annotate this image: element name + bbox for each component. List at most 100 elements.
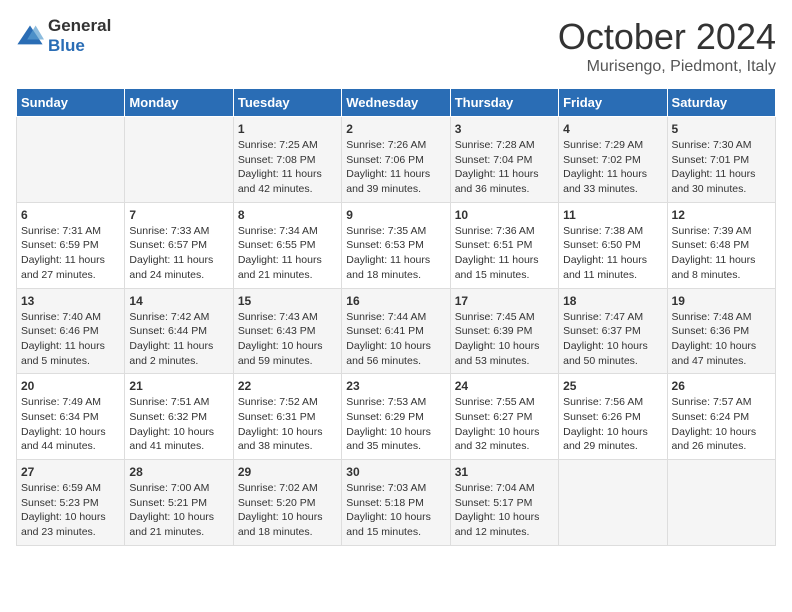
calendar-header: SundayMondayTuesdayWednesdayThursdayFrid… — [17, 89, 776, 117]
day-content: Sunrise: 7:56 AM Sunset: 6:26 PM Dayligh… — [563, 395, 662, 454]
calendar-cell — [17, 117, 125, 203]
header-cell-monday: Monday — [125, 89, 233, 117]
header-cell-tuesday: Tuesday — [233, 89, 341, 117]
calendar-cell: 18 Sunrise: 7:47 AM Sunset: 6:37 PM Dayli… — [559, 288, 667, 374]
calendar-cell: 27 Sunrise: 6:59 AM Sunset: 5:23 PM Dayli… — [17, 460, 125, 546]
day-number: 27 — [21, 465, 120, 479]
day-content: Sunrise: 7:53 AM Sunset: 6:29 PM Dayligh… — [346, 395, 445, 454]
day-content: Sunrise: 7:00 AM Sunset: 5:21 PM Dayligh… — [129, 481, 228, 540]
calendar-cell: 2 Sunrise: 7:26 AM Sunset: 7:06 PM Daylig… — [342, 117, 450, 203]
calendar-cell: 31Sunrise: 7:04 AM Sunset: 5:17 PM Dayli… — [450, 460, 558, 546]
header-row: SundayMondayTuesdayWednesdayThursdayFrid… — [17, 89, 776, 117]
month-title: October 2024 — [558, 16, 776, 58]
day-content: Sunrise: 7:48 AM Sunset: 6:36 PM Dayligh… — [672, 310, 771, 369]
calendar-table: SundayMondayTuesdayWednesdayThursdayFrid… — [16, 88, 776, 546]
header-cell-thursday: Thursday — [450, 89, 558, 117]
day-content: Sunrise: 7:29 AM Sunset: 7:02 PM Dayligh… — [563, 138, 662, 197]
calendar-cell — [667, 460, 775, 546]
calendar-cell: 7 Sunrise: 7:33 AM Sunset: 6:57 PM Daylig… — [125, 202, 233, 288]
day-number: 28 — [129, 465, 228, 479]
day-number: 19 — [672, 294, 771, 308]
day-content: Sunrise: 7:36 AM Sunset: 6:51 PM Dayligh… — [455, 224, 554, 283]
day-number: 6 — [21, 208, 120, 222]
day-content: Sunrise: 7:31 AM Sunset: 6:59 PM Dayligh… — [21, 224, 120, 283]
day-number: 7 — [129, 208, 228, 222]
calendar-cell: 28 Sunrise: 7:00 AM Sunset: 5:21 PM Dayli… — [125, 460, 233, 546]
calendar-cell: 6 Sunrise: 7:31 AM Sunset: 6:59 PM Daylig… — [17, 202, 125, 288]
day-content: Sunrise: 7:40 AM Sunset: 6:46 PM Dayligh… — [21, 310, 120, 369]
header-cell-saturday: Saturday — [667, 89, 775, 117]
day-number: 3 — [455, 122, 554, 136]
day-number: 5 — [672, 122, 771, 136]
day-content: Sunrise: 7:25 AM Sunset: 7:08 PM Dayligh… — [238, 138, 337, 197]
calendar-cell: 5 Sunrise: 7:30 AM Sunset: 7:01 PM Daylig… — [667, 117, 775, 203]
calendar-cell: 30 Sunrise: 7:03 AM Sunset: 5:18 PM Dayli… — [342, 460, 450, 546]
day-content: Sunrise: 7:28 AM Sunset: 7:04 PM Dayligh… — [455, 138, 554, 197]
day-number: 9 — [346, 208, 445, 222]
calendar-cell: 29 Sunrise: 7:02 AM Sunset: 5:20 PM Dayli… — [233, 460, 341, 546]
calendar-cell: 24Sunrise: 7:55 AM Sunset: 6:27 PM Dayli… — [450, 374, 558, 460]
calendar-cell — [559, 460, 667, 546]
day-content: Sunrise: 7:55 AM Sunset: 6:27 PM Dayligh… — [455, 395, 554, 454]
day-number: 12 — [672, 208, 771, 222]
day-number: 22 — [238, 379, 337, 393]
page-header: General Blue October 2024 Murisengo, Pie… — [16, 16, 776, 76]
day-number: 8 — [238, 208, 337, 222]
calendar-cell: 4 Sunrise: 7:29 AM Sunset: 7:02 PM Daylig… — [559, 117, 667, 203]
day-content: Sunrise: 7:30 AM Sunset: 7:01 PM Dayligh… — [672, 138, 771, 197]
day-number: 21 — [129, 379, 228, 393]
header-cell-sunday: Sunday — [17, 89, 125, 117]
calendar-cell: 9 Sunrise: 7:35 AM Sunset: 6:53 PM Daylig… — [342, 202, 450, 288]
calendar-cell: 15Sunrise: 7:43 AM Sunset: 6:43 PM Dayli… — [233, 288, 341, 374]
day-number: 1 — [238, 122, 337, 136]
calendar-cell: 16 Sunrise: 7:44 AM Sunset: 6:41 PM Dayli… — [342, 288, 450, 374]
day-number: 29 — [238, 465, 337, 479]
day-number: 31 — [455, 465, 554, 479]
day-number: 4 — [563, 122, 662, 136]
day-content: Sunrise: 7:03 AM Sunset: 5:18 PM Dayligh… — [346, 481, 445, 540]
week-row-1: 1 Sunrise: 7:25 AM Sunset: 7:08 PM Daylig… — [17, 117, 776, 203]
day-content: Sunrise: 7:47 AM Sunset: 6:37 PM Dayligh… — [563, 310, 662, 369]
calendar-cell: 22Sunrise: 7:52 AM Sunset: 6:31 PM Dayli… — [233, 374, 341, 460]
calendar-cell: 25 Sunrise: 7:56 AM Sunset: 6:26 PM Dayli… — [559, 374, 667, 460]
calendar-cell: 23Sunrise: 7:53 AM Sunset: 6:29 PM Dayli… — [342, 374, 450, 460]
calendar-cell: 3 Sunrise: 7:28 AM Sunset: 7:04 PM Daylig… — [450, 117, 558, 203]
day-content: Sunrise: 7:43 AM Sunset: 6:43 PM Dayligh… — [238, 310, 337, 369]
day-content: Sunrise: 7:33 AM Sunset: 6:57 PM Dayligh… — [129, 224, 228, 283]
day-content: Sunrise: 7:35 AM Sunset: 6:53 PM Dayligh… — [346, 224, 445, 283]
day-content: Sunrise: 7:45 AM Sunset: 6:39 PM Dayligh… — [455, 310, 554, 369]
calendar-cell: 14Sunrise: 7:42 AM Sunset: 6:44 PM Dayli… — [125, 288, 233, 374]
calendar-cell: 20 Sunrise: 7:49 AM Sunset: 6:34 PM Dayli… — [17, 374, 125, 460]
day-content: Sunrise: 7:44 AM Sunset: 6:41 PM Dayligh… — [346, 310, 445, 369]
day-number: 16 — [346, 294, 445, 308]
day-content: Sunrise: 7:26 AM Sunset: 7:06 PM Dayligh… — [346, 138, 445, 197]
day-number: 11 — [563, 208, 662, 222]
day-content: Sunrise: 7:02 AM Sunset: 5:20 PM Dayligh… — [238, 481, 337, 540]
calendar-body: 1 Sunrise: 7:25 AM Sunset: 7:08 PM Daylig… — [17, 117, 776, 546]
day-number: 20 — [21, 379, 120, 393]
week-row-4: 20 Sunrise: 7:49 AM Sunset: 6:34 PM Dayli… — [17, 374, 776, 460]
title-block: October 2024 Murisengo, Piedmont, Italy — [558, 16, 776, 76]
week-row-3: 13 Sunrise: 7:40 AM Sunset: 6:46 PM Dayli… — [17, 288, 776, 374]
logo-icon — [16, 22, 44, 50]
logo: General Blue — [16, 16, 111, 56]
calendar-cell — [125, 117, 233, 203]
day-content: Sunrise: 7:57 AM Sunset: 6:24 PM Dayligh… — [672, 395, 771, 454]
calendar-cell: 10Sunrise: 7:36 AM Sunset: 6:51 PM Dayli… — [450, 202, 558, 288]
day-number: 25 — [563, 379, 662, 393]
day-content: Sunrise: 6:59 AM Sunset: 5:23 PM Dayligh… — [21, 481, 120, 540]
day-content: Sunrise: 7:39 AM Sunset: 6:48 PM Dayligh… — [672, 224, 771, 283]
calendar-cell: 26Sunrise: 7:57 AM Sunset: 6:24 PM Dayli… — [667, 374, 775, 460]
day-content: Sunrise: 7:49 AM Sunset: 6:34 PM Dayligh… — [21, 395, 120, 454]
day-number: 18 — [563, 294, 662, 308]
calendar-cell: 11Sunrise: 7:38 AM Sunset: 6:50 PM Dayli… — [559, 202, 667, 288]
week-row-5: 27 Sunrise: 6:59 AM Sunset: 5:23 PM Dayli… — [17, 460, 776, 546]
day-number: 17 — [455, 294, 554, 308]
day-number: 30 — [346, 465, 445, 479]
logo-general-text: General — [48, 16, 111, 35]
day-number: 13 — [21, 294, 120, 308]
day-content: Sunrise: 7:34 AM Sunset: 6:55 PM Dayligh… — [238, 224, 337, 283]
day-number: 2 — [346, 122, 445, 136]
header-cell-friday: Friday — [559, 89, 667, 117]
day-number: 14 — [129, 294, 228, 308]
